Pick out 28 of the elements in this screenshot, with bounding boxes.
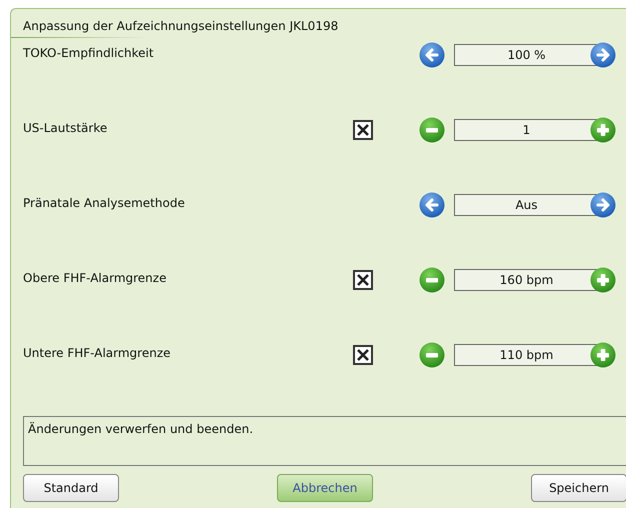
setting-label: US-Lautstärke [23, 120, 108, 135]
decrease-button[interactable] [419, 267, 445, 293]
previous-button[interactable] [419, 42, 445, 68]
save-button[interactable]: Speichern [531, 474, 626, 502]
decrease-button[interactable] [419, 342, 445, 368]
value-field: 100 % [454, 44, 599, 66]
value-field: 110 bpm [454, 344, 599, 366]
default-button[interactable]: Standard [23, 474, 119, 502]
dialog-title: Anpassung der Aufzeichnungseinstellungen JKL0198 [22, 18, 338, 35]
value-field: 160 bpm [454, 269, 599, 291]
setting-label: Pränatale Analysemethode [23, 195, 186, 210]
description-box: Änderungen verwerfen und beenden. [23, 416, 626, 466]
cancel-button[interactable]: Abbrechen [277, 474, 373, 502]
increase-button[interactable] [590, 267, 616, 293]
checkbox[interactable] [353, 345, 373, 365]
decrease-button[interactable] [419, 117, 445, 143]
setting-label: Untere FHF-Alarmgrenze [23, 345, 172, 360]
checkbox[interactable] [353, 120, 373, 140]
setting-label: TOKO-Empfindlichkeit [23, 45, 155, 60]
next-button[interactable] [590, 192, 616, 218]
value-field: Aus [454, 194, 599, 216]
previous-button[interactable] [419, 192, 445, 218]
checkbox[interactable] [353, 270, 373, 290]
setting-label: Obere FHF-Alarmgrenze [23, 270, 168, 285]
increase-button[interactable] [590, 342, 616, 368]
increase-button[interactable] [590, 117, 616, 143]
next-button[interactable] [590, 42, 616, 68]
value-field: 1 [454, 119, 599, 141]
